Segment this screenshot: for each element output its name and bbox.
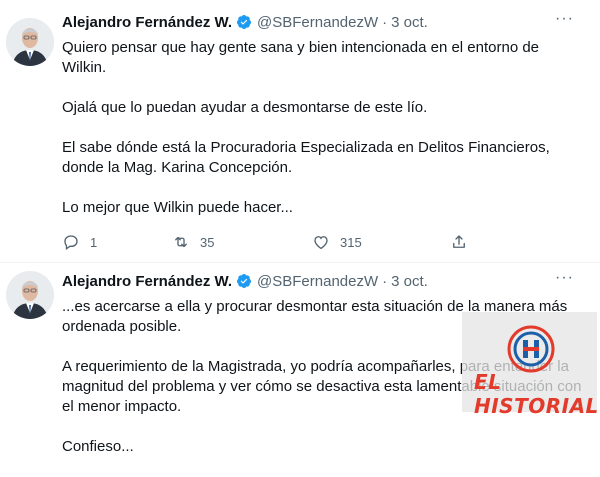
- watermark-logo: [507, 325, 555, 373]
- retweet-count: 35: [200, 234, 215, 250]
- like-count: 315: [340, 234, 362, 250]
- verified-badge-icon: [236, 273, 252, 289]
- tweet-text: Quiero pensar que hay gente sana y bien …: [62, 38, 584, 238]
- like-icon: [314, 236, 328, 250]
- share-button[interactable]: [450, 233, 468, 251]
- author-handle[interactable]: @SBFernandezW: [257, 14, 378, 31]
- tweet-paragraph: Quiero pensar que hay gente sana y bien …: [62, 39, 540, 76]
- verified-badge-icon: [236, 14, 252, 30]
- avatar-photo: [6, 271, 54, 319]
- retweet-button[interactable]: 35: [172, 233, 312, 251]
- reply-count: 1: [90, 234, 98, 250]
- timestamp[interactable]: 3 oct.: [391, 14, 428, 31]
- more-icon[interactable]: ···: [555, 10, 574, 28]
- tweet[interactable]: Alejandro Fernández W. @SBFernandezW · 3…: [0, 0, 600, 263]
- separator-dot: ·: [382, 13, 388, 31]
- separator-dot: ·: [382, 272, 388, 290]
- tweet-actions: 1 35 315: [62, 232, 502, 252]
- tweet-paragraph: Ojalá que lo puedan ayudar a desmontarse…: [62, 99, 428, 116]
- author-name[interactable]: Alejandro Fernández W.: [62, 273, 232, 290]
- avatar[interactable]: [6, 18, 54, 66]
- author-name[interactable]: Alejandro Fernández W.: [62, 14, 232, 31]
- reply-icon: [64, 235, 78, 251]
- tweet-paragraph: El sabe dónde está la Procuradoria Espec…: [62, 139, 550, 176]
- retweet-icon: [175, 236, 187, 248]
- avatar[interactable]: [6, 271, 54, 319]
- tweet-paragraph: Lo mejor que Wilkin puede hacer...: [62, 199, 293, 216]
- more-icon[interactable]: ···: [555, 269, 574, 287]
- timestamp[interactable]: 3 oct.: [391, 273, 428, 290]
- tweet-paragraph: Confieso...: [62, 438, 134, 455]
- like-button[interactable]: 315: [312, 233, 450, 251]
- watermark-text: EL HISTORIAL: [474, 370, 599, 418]
- tweet-header: Alejandro Fernández W. @SBFernandezW · 3…: [62, 10, 590, 32]
- author-handle[interactable]: @SBFernandezW: [257, 273, 378, 290]
- share-icon: [453, 235, 465, 248]
- reply-button[interactable]: 1: [62, 233, 172, 251]
- tweet-header: Alejandro Fernández W. @SBFernandezW · 3…: [62, 269, 590, 291]
- avatar-photo: [6, 18, 54, 66]
- watermark: EL HISTORIAL: [462, 312, 598, 418]
